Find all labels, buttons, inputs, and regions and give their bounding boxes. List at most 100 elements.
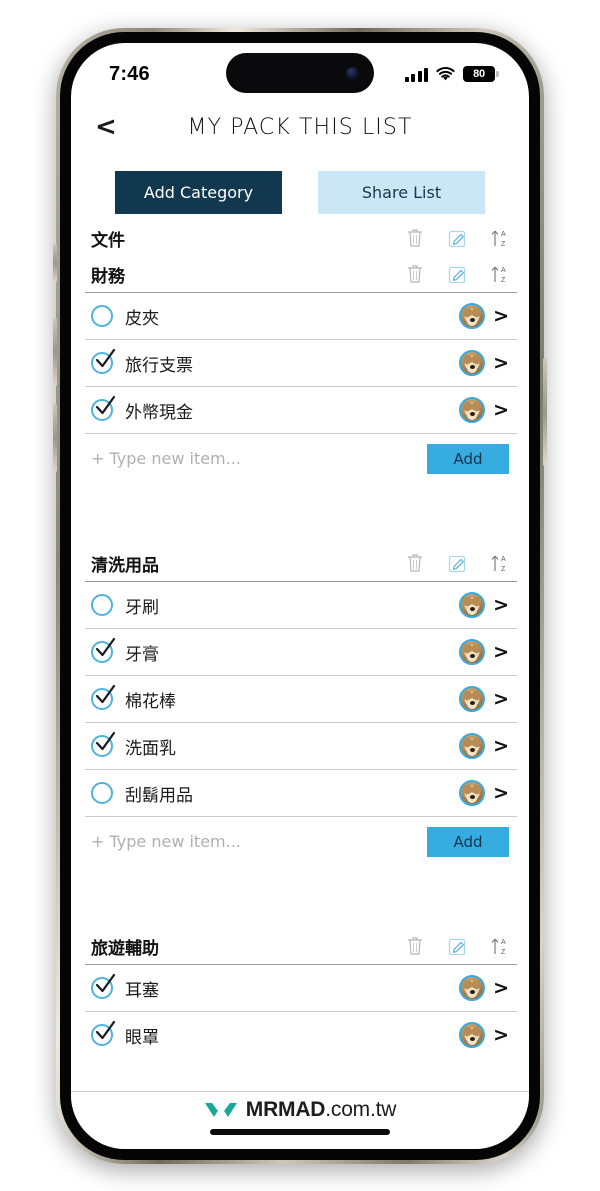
share-list-button[interactable]: Share List xyxy=(318,171,485,214)
check-icon xyxy=(95,637,116,657)
chevron-right-icon[interactable]: > xyxy=(493,783,509,803)
item-checkbox-checked[interactable] xyxy=(91,684,116,710)
dog-avatar[interactable] xyxy=(459,397,486,423)
power-button[interactable] xyxy=(543,358,547,466)
category-block: 財務 A Z 皮夾 > 旅行支票 > 外幣現金 > + Type new ite… xyxy=(85,256,517,483)
edit-pencil-icon[interactable] xyxy=(447,552,467,574)
add-item-button[interactable]: Add xyxy=(427,826,509,857)
check-icon xyxy=(95,1020,116,1040)
add-item-button[interactable]: Add xyxy=(427,443,509,474)
chevron-right-icon[interactable]: > xyxy=(493,978,509,998)
svg-text:A: A xyxy=(501,267,506,274)
dog-avatar[interactable] xyxy=(459,975,486,1001)
status-bar: 7:46 80 xyxy=(71,43,529,101)
phone-screen: 7:46 80 < MY PACK THIS LIST Add Category… xyxy=(71,43,529,1149)
chevron-right-icon[interactable]: > xyxy=(493,306,509,326)
check-icon xyxy=(95,684,116,704)
category-tools: A Z xyxy=(405,552,509,574)
dog-avatar[interactable] xyxy=(459,303,486,329)
trash-icon[interactable] xyxy=(405,227,425,249)
battery-level: 80 xyxy=(473,68,485,80)
list-container[interactable]: 文件 A Z 財務 A Z 皮夾 > 旅行支票 > 外幣現金 > + Type … xyxy=(71,220,529,1058)
dog-avatar[interactable] xyxy=(459,1022,486,1048)
sort-az-icon[interactable]: A Z xyxy=(489,935,509,957)
dog-avatar[interactable] xyxy=(459,686,486,712)
chevron-right-icon[interactable]: > xyxy=(493,400,509,420)
dog-avatar[interactable] xyxy=(459,639,486,665)
checkbox-ring xyxy=(91,594,113,616)
item-checkbox-checked[interactable] xyxy=(91,1020,116,1046)
list-item[interactable]: 棉花棒 > xyxy=(85,675,517,722)
list-item-label: 刮鬍用品 xyxy=(125,785,193,806)
trash-icon[interactable] xyxy=(405,263,425,285)
nav-bar: < MY PACK THIS LIST xyxy=(71,101,529,153)
list-item-meta: > xyxy=(459,1022,509,1048)
dog-avatar[interactable] xyxy=(459,350,486,376)
list-item-meta: > xyxy=(459,303,509,329)
list-item[interactable]: 皮夾 > xyxy=(85,292,517,339)
new-item-input[interactable] xyxy=(91,832,427,851)
list-item[interactable]: 洗面乳 > xyxy=(85,722,517,769)
chevron-right-icon[interactable]: > xyxy=(493,353,509,373)
item-checkbox-checked[interactable] xyxy=(91,637,116,663)
chevron-right-icon[interactable]: > xyxy=(493,689,509,709)
chevron-right-icon[interactable]: > xyxy=(493,642,509,662)
item-checkbox-checked[interactable] xyxy=(91,395,116,421)
list-item[interactable]: 外幣現金 > xyxy=(85,386,517,433)
new-item-input[interactable] xyxy=(91,449,427,468)
category-title: 文件 xyxy=(91,230,125,251)
trash-icon[interactable] xyxy=(405,935,425,957)
status-time: 7:46 xyxy=(109,62,150,85)
category-header[interactable]: 財務 A Z xyxy=(85,256,517,292)
item-checkbox-checked[interactable] xyxy=(91,973,116,999)
action-button[interactable] xyxy=(53,244,57,282)
watermark-bar: MRMAD.com.tw xyxy=(71,1091,529,1149)
dog-avatar[interactable] xyxy=(459,592,486,618)
list-item-meta: > xyxy=(459,397,509,423)
phone-bezel: 7:46 80 < MY PACK THIS LIST Add Category… xyxy=(53,32,547,1160)
edit-pencil-icon[interactable] xyxy=(447,935,467,957)
category-block: 文件 A Z xyxy=(85,220,517,256)
back-button[interactable]: < xyxy=(95,114,129,140)
list-item[interactable]: 旅行支票 > xyxy=(85,339,517,386)
category-header[interactable]: 文件 A Z xyxy=(85,220,517,256)
action-button-bar: Add Category Share List xyxy=(71,153,529,220)
mrmad-logo-icon xyxy=(204,1103,237,1117)
dog-avatar[interactable] xyxy=(459,733,486,759)
category-title: 旅遊輔助 xyxy=(91,938,159,959)
chevron-right-icon[interactable]: > xyxy=(493,736,509,756)
chevron-right-icon[interactable]: > xyxy=(493,1025,509,1045)
list-item-label: 棉花棒 xyxy=(125,691,176,712)
new-item-row: Add xyxy=(85,433,517,483)
list-item[interactable]: 刮鬍用品 > xyxy=(85,769,517,816)
edit-pencil-icon[interactable] xyxy=(447,227,467,249)
volume-up-button[interactable] xyxy=(53,318,57,386)
list-item[interactable]: 牙膏 > xyxy=(85,628,517,675)
home-indicator[interactable] xyxy=(210,1129,390,1135)
svg-text:Z: Z xyxy=(501,277,506,284)
svg-text:A: A xyxy=(501,556,506,563)
sort-az-icon[interactable]: A Z xyxy=(489,552,509,574)
chevron-right-icon[interactable]: > xyxy=(493,595,509,615)
item-checkbox-unchecked[interactable] xyxy=(91,305,113,327)
item-checkbox-checked[interactable] xyxy=(91,731,116,757)
category-header[interactable]: 旅遊輔助 A Z xyxy=(85,928,517,964)
category-header[interactable]: 清洗用品 A Z xyxy=(85,545,517,581)
trash-icon[interactable] xyxy=(405,552,425,574)
add-category-button[interactable]: Add Category xyxy=(115,171,282,214)
check-icon xyxy=(95,348,116,368)
item-checkbox-unchecked[interactable] xyxy=(91,782,113,804)
item-checkbox-checked[interactable] xyxy=(91,348,116,374)
list-item[interactable]: 耳塞 > xyxy=(85,964,517,1011)
list-item[interactable]: 眼罩 > xyxy=(85,1011,517,1058)
dog-avatar[interactable] xyxy=(459,780,486,806)
item-checkbox-unchecked[interactable] xyxy=(91,594,113,616)
edit-pencil-icon[interactable] xyxy=(447,263,467,285)
volume-down-button[interactable] xyxy=(53,404,57,472)
list-item-meta: > xyxy=(459,686,509,712)
sort-az-icon[interactable]: A Z xyxy=(489,263,509,285)
list-item-meta: > xyxy=(459,639,509,665)
sort-az-icon[interactable]: A Z xyxy=(489,227,509,249)
list-item[interactable]: 牙刷 > xyxy=(85,581,517,628)
